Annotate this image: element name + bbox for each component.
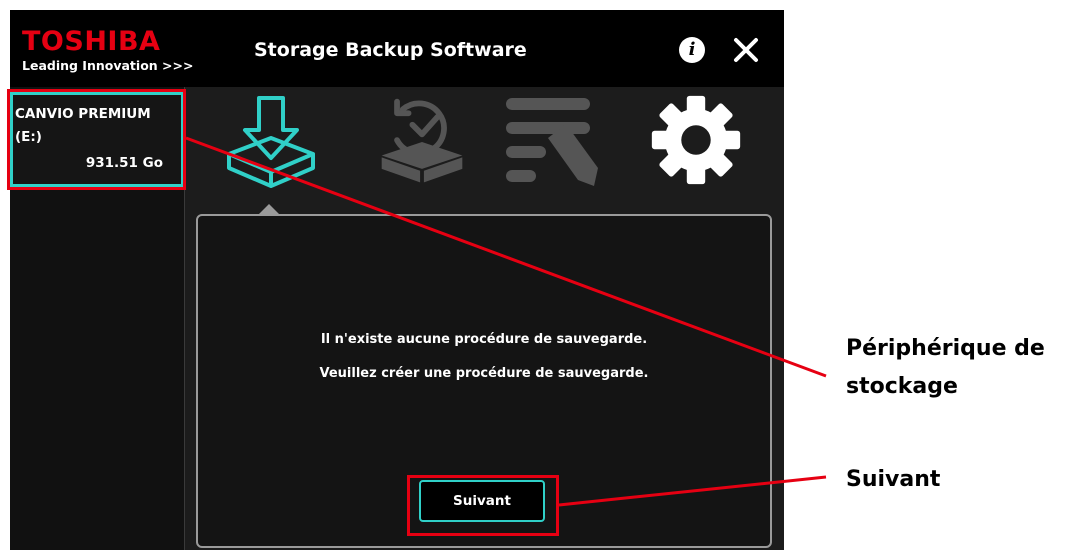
device-callout-line2: stockage <box>846 373 958 399</box>
title-bar: TOSHIBA Leading Innovation >>> Storage B… <box>10 10 784 87</box>
close-icon[interactable] <box>731 35 761 65</box>
next-callout-label: Suivant <box>846 467 941 492</box>
backup-icon[interactable] <box>221 94 321 194</box>
gear-icon[interactable] <box>650 94 742 186</box>
device-callout-line1: Périphérique de <box>846 336 1045 361</box>
info-icon[interactable]: i <box>679 37 705 63</box>
edit-settings-icon[interactable] <box>502 94 602 194</box>
device-highlight-box <box>7 89 186 190</box>
no-procedure-message: Il n'existe aucune procédure de sauvegar… <box>320 332 648 347</box>
create-procedure-message: Veuillez créer une procédure de sauvegar… <box>319 366 649 381</box>
next-button-highlight-box <box>407 475 559 536</box>
toshiba-logo: TOSHIBA <box>22 26 161 57</box>
app-title: Storage Backup Software <box>254 39 527 61</box>
tagline: Leading Innovation >>> <box>22 58 194 73</box>
restore-icon[interactable] <box>374 94 470 190</box>
device-callout-label: Périphérique de stockage <box>846 330 1045 406</box>
